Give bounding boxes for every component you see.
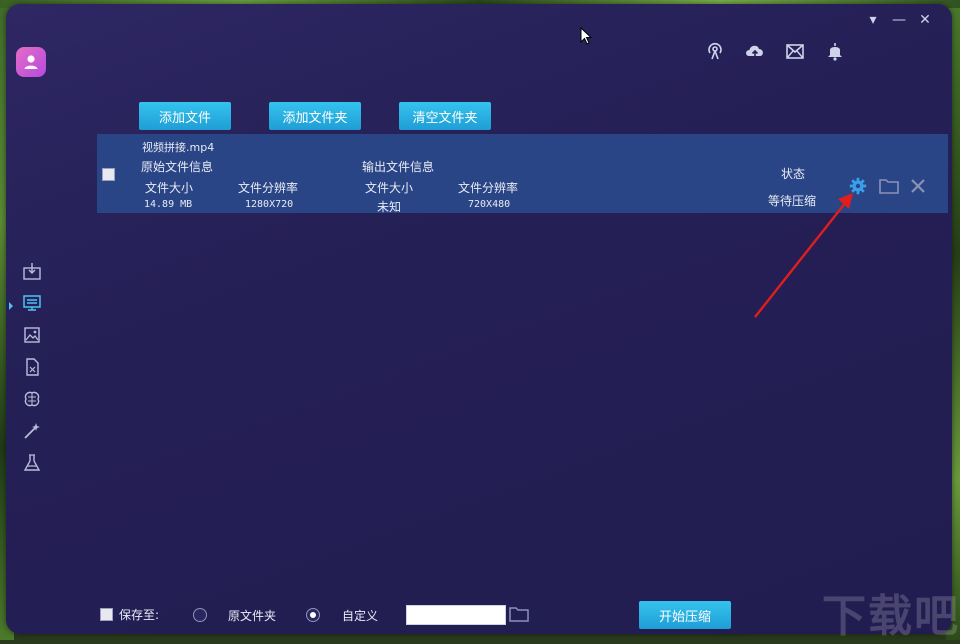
minimize-button[interactable]: —: [890, 12, 908, 28]
document-icon[interactable]: [22, 357, 42, 377]
original-size-value: 14.89 MB: [144, 199, 193, 210]
file-select-checkbox[interactable]: [102, 168, 115, 181]
output-path-input[interactable]: [406, 605, 506, 625]
status-value: 等待压缩: [768, 194, 817, 208]
mouse-cursor-icon: [580, 27, 592, 45]
menu-dropdown-button[interactable]: ▾: [864, 12, 882, 28]
broadcast-icon[interactable]: [704, 40, 726, 62]
open-folder-icon[interactable]: [878, 176, 900, 196]
save-to-checkbox[interactable]: [100, 608, 113, 621]
brain-icon[interactable]: [22, 389, 42, 409]
monitor-icon[interactable]: [22, 293, 42, 313]
file-name: 视频拼接.mp4: [142, 141, 215, 154]
user-icon: [24, 55, 38, 69]
sidebar-active-indicator: [9, 302, 13, 310]
remove-file-icon[interactable]: [908, 176, 928, 196]
flask-icon[interactable]: [22, 453, 42, 473]
add-file-button[interactable]: 添加文件: [139, 102, 231, 130]
output-size-label: 文件大小: [365, 181, 414, 195]
output-resolution-value: 720X480: [468, 199, 511, 210]
file-list-row[interactable]: 视频拼接.mp4 原始文件信息 文件大小 文件分辨率 14.89 MB 1280…: [97, 134, 948, 214]
output-resolution-label: 文件分辨率: [458, 181, 519, 195]
output-info-header: 输出文件信息: [362, 160, 435, 174]
start-compress-button[interactable]: 开始压缩: [639, 601, 731, 629]
cloud-upload-icon[interactable]: [744, 40, 766, 62]
image-compress-icon[interactable]: [22, 325, 42, 345]
save-to-label: 保存至:: [119, 608, 160, 622]
original-size-label: 文件大小: [145, 181, 194, 195]
watermark-text: 下载吧: [822, 591, 960, 642]
video-compress-icon[interactable]: [22, 261, 42, 281]
original-resolution-label: 文件分辨率: [238, 181, 299, 195]
original-resolution-value: 1280X720: [245, 199, 294, 210]
bell-icon[interactable]: [824, 40, 846, 62]
custom-folder-label: 自定义: [342, 609, 379, 623]
close-button[interactable]: ✕: [916, 12, 934, 28]
original-folder-radio[interactable]: [193, 608, 207, 622]
clear-folder-button[interactable]: 清空文件夹: [399, 102, 491, 130]
custom-folder-radio[interactable]: [306, 608, 320, 622]
envelope-icon[interactable]: [784, 40, 806, 62]
app-logo[interactable]: [16, 47, 46, 77]
settings-gear-icon[interactable]: [848, 176, 868, 196]
browse-folder-icon[interactable]: [508, 604, 530, 624]
magic-wand-icon[interactable]: [22, 421, 42, 441]
original-info-header: 原始文件信息: [141, 160, 214, 174]
add-folder-button[interactable]: 添加文件夹: [269, 102, 361, 130]
status-label: 状态: [781, 167, 806, 181]
app-window: ▾ — ✕ 添加文件 添加文件夹 清空文件夹 视频拼接.mp4 原始文件信息 文…: [6, 4, 952, 634]
output-size-value: 未知: [377, 200, 402, 214]
original-folder-label: 原文件夹: [228, 609, 277, 623]
